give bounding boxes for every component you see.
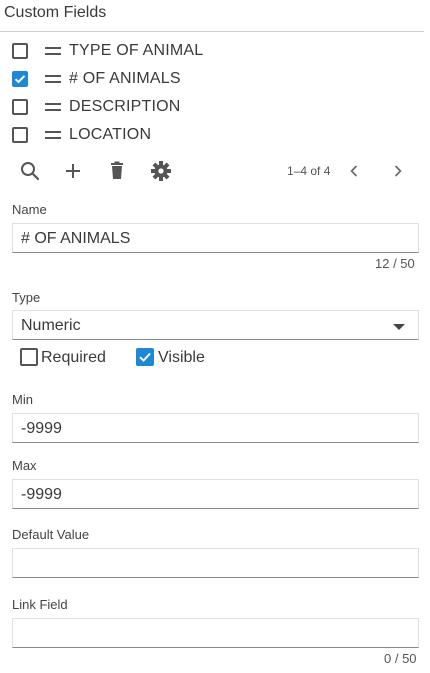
gear-icon: [151, 161, 171, 181]
field-checkbox[interactable]: [12, 99, 28, 115]
field-label: LOCATION: [69, 126, 152, 143]
pagination-label: 1–4 of 4: [287, 164, 331, 178]
max-label: Max: [12, 458, 37, 473]
add-field-button[interactable]: [60, 158, 86, 184]
type-selected-value: Numeric: [21, 317, 81, 334]
field-checkbox[interactable]: [12, 127, 28, 143]
chevron-left-icon: [350, 165, 358, 177]
title-divider: [0, 31, 424, 32]
min-input[interactable]: -9999: [12, 413, 419, 443]
field-list-item[interactable]: TYPE OF ANIMAL: [12, 41, 412, 65]
link-field-input[interactable]: [12, 618, 419, 648]
field-list-item[interactable]: DESCRIPTION: [12, 97, 412, 121]
search-icon: [21, 162, 40, 181]
dropdown-arrow-icon[interactable]: [393, 324, 405, 330]
checkmark-icon: [139, 352, 151, 362]
drag-handle-icon[interactable]: [45, 47, 61, 55]
required-checkbox[interactable]: [20, 348, 38, 366]
visible-label: Visible: [158, 349, 205, 366]
name-input[interactable]: # OF ANIMALS: [12, 223, 419, 253]
checkmark-icon: [14, 75, 26, 84]
delete-field-button[interactable]: [104, 158, 130, 184]
default-value-input[interactable]: [12, 548, 419, 578]
field-label: # OF ANIMALS: [69, 70, 181, 87]
field-list-item[interactable]: # OF ANIMALS: [12, 69, 412, 93]
name-label: Name: [12, 202, 47, 217]
max-input[interactable]: -9999: [12, 479, 419, 509]
panel-title: Custom Fields: [4, 4, 107, 21]
link-field-label: Link Field: [12, 597, 68, 612]
drag-handle-icon[interactable]: [45, 75, 61, 83]
search-button[interactable]: [17, 158, 43, 184]
field-label: TYPE OF ANIMAL: [69, 42, 204, 59]
name-char-counter: 12 / 50: [375, 256, 415, 271]
chevron-right-icon: [394, 165, 402, 177]
field-label: DESCRIPTION: [69, 98, 181, 115]
drag-handle-icon[interactable]: [45, 131, 61, 139]
type-select[interactable]: Numeric: [12, 310, 419, 340]
link-field-char-counter: 0 / 50: [384, 651, 417, 666]
required-label: Required: [41, 349, 106, 366]
field-checkbox[interactable]: [12, 43, 28, 59]
min-label: Min: [12, 392, 33, 407]
settings-button[interactable]: [148, 158, 174, 184]
drag-handle-icon[interactable]: [45, 103, 61, 111]
field-list-item[interactable]: LOCATION: [12, 125, 412, 149]
visible-checkbox[interactable]: [136, 348, 154, 366]
next-page-button[interactable]: [387, 160, 409, 182]
type-label: Type: [12, 290, 41, 305]
previous-page-button[interactable]: [343, 160, 365, 182]
plus-icon: [66, 164, 80, 178]
field-checkbox[interactable]: [12, 71, 28, 87]
trash-icon: [111, 161, 123, 179]
default-value-label: Default Value: [12, 527, 90, 542]
